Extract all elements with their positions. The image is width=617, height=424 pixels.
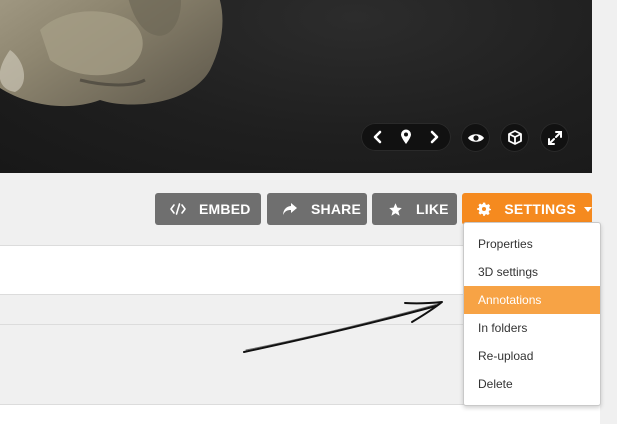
menu-item-properties[interactable]: Properties [464,230,600,258]
settings-menu: Properties 3D settings Annotations In fo… [463,222,601,406]
menu-item-re-upload[interactable]: Re-upload [464,342,600,370]
menu-item-delete[interactable]: Delete [464,370,600,398]
menu-item-annotations[interactable]: Annotations [464,286,600,314]
menu-item-in-folders[interactable]: In folders [464,314,600,342]
menu-item-3d-settings[interactable]: 3D settings [464,258,600,286]
